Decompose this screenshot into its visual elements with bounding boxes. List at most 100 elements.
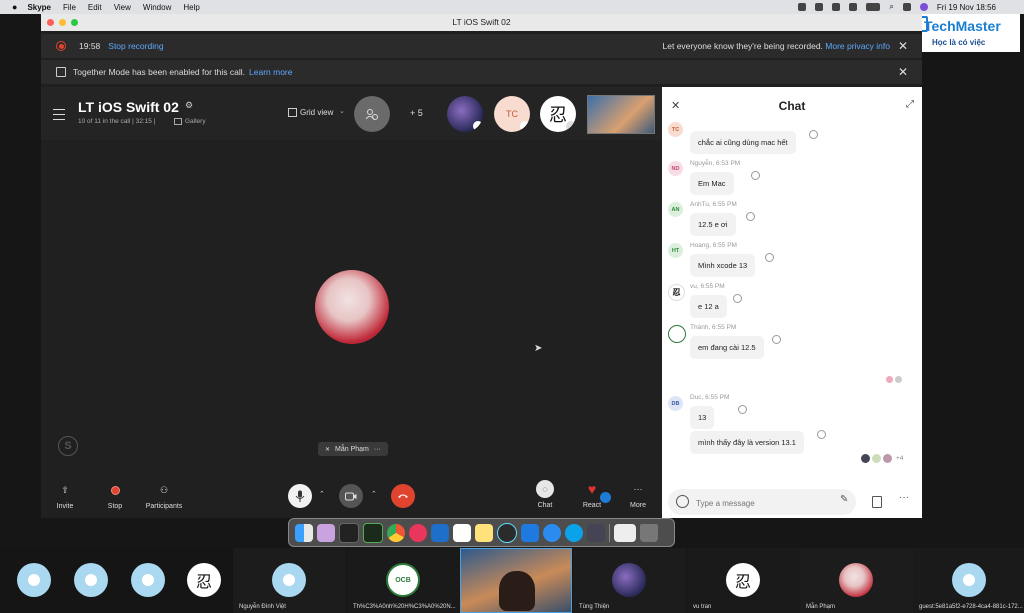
chat-message[interactable]: e 12 a [690,295,727,318]
participant-avatar[interactable] [447,96,483,132]
menubar-clock[interactable]: Fri 19 Nov 18:56 [937,3,996,12]
more-button[interactable]: ··· More [623,480,653,509]
mic-options-chevron-icon[interactable]: ⌃ [319,490,325,498]
participant-tile-self-video[interactable] [460,548,572,613]
xcode-icon[interactable] [521,523,539,542]
terminal-icon[interactable] [339,522,359,543]
smiley-icon[interactable] [817,430,826,439]
menu-help[interactable]: Help [183,3,199,12]
simulator-icon[interactable] [587,523,605,542]
participant-tile[interactable]: Mẫn Phạm [800,548,913,613]
invite-button[interactable]: ⇧ Invite [51,481,79,511]
privacy-info-link[interactable]: More privacy info [825,41,890,51]
chat-message[interactable]: 12.5 e ơi [690,213,736,236]
chat-button[interactable]: ◌ Chat [530,480,560,509]
participant-tile[interactable]: Nguyễn Đình Việt [233,548,346,613]
participant-avatar[interactable]: 忍 [540,96,576,132]
battery-icon[interactable] [866,3,881,11]
participant-tile-avatar[interactable] [74,563,108,597]
status-icon[interactable] [798,3,807,11]
zoom-window-button[interactable] [71,19,78,26]
chat-message[interactable]: mình thấy đây là version 13.1 [690,431,804,454]
seen-by-avatars: +4 [861,454,903,463]
participant-tile[interactable]: 忍 vu tran [687,548,800,613]
menu-window[interactable]: Window [143,3,171,12]
close-icon[interactable]: ✕ [898,66,908,78]
format-text-icon[interactable]: ✎ [840,494,848,505]
finder-icon[interactable] [295,523,313,542]
camera-button[interactable] [339,484,363,508]
camera-options-chevron-icon[interactable]: ⌃ [371,490,377,498]
add-participant-avatar[interactable] [354,96,390,132]
composer-more-icon[interactable]: ··· [899,492,909,503]
smiley-icon[interactable] [733,294,742,303]
launchpad-icon[interactable] [317,523,335,542]
trash-icon[interactable] [640,523,658,542]
chat-message[interactable]: 13 [690,406,715,429]
stop-recording-link[interactable]: Stop recording [108,41,163,51]
self-video-preview[interactable] [587,95,655,134]
grid-view-icon[interactable] [288,108,297,117]
participant-tile[interactable]: Tùng Thiện [573,548,686,613]
apple-icon[interactable]: ● [12,2,17,12]
smiley-icon[interactable] [809,130,818,139]
emoji-icon[interactable] [676,495,689,508]
siri-icon[interactable] [919,3,928,11]
message-input[interactable] [694,495,828,511]
menu-edit[interactable]: Edit [88,3,102,12]
zalo-icon[interactable] [453,523,471,542]
chevron-down-icon[interactable]: ⌄ [339,107,345,115]
close-window-button[interactable] [47,19,54,26]
activity-monitor-icon[interactable] [363,522,383,543]
more-participants-count[interactable]: + 5 [410,108,423,118]
chat-message[interactable]: Em Mac [690,172,734,195]
menu-view[interactable]: View [114,3,131,12]
end-call-button[interactable] [391,484,415,508]
edit-badge-icon[interactable] [600,492,611,503]
react-devtools-icon[interactable] [497,522,517,543]
participant-tile[interactable]: guest:5e81a5f2-e728-4ca4-881c-172... [913,548,1024,613]
smiley-icon[interactable] [772,335,781,344]
participant-tile-avatar[interactable]: 忍 [187,563,221,597]
volume-icon[interactable] [849,3,858,11]
participant-avatar-tc[interactable]: TC [494,96,530,132]
notes-icon[interactable] [475,523,493,542]
hamburger-menu-icon[interactable] [53,109,65,120]
speaker-more-icon[interactable]: ··· [374,446,381,453]
chrome-icon[interactable] [387,523,405,542]
message-text: 13 [698,413,707,422]
participant-tile-avatar[interactable] [131,563,165,597]
vscode-icon[interactable] [431,523,449,542]
learn-more-link[interactable]: Learn more [249,67,292,77]
chat-message[interactable]: chắc ai cũng dùng mac hết [690,131,796,154]
attach-file-icon[interactable] [872,496,882,508]
control-center-icon[interactable] [902,3,911,11]
skype-window: LT iOS Swift 02 19:58 Stop recording Let… [41,14,922,518]
participant-tile[interactable]: OCB Th%C3%A0nh%20H%C3%A0%20N... [347,548,460,613]
safari-icon[interactable] [543,523,561,542]
search-icon[interactable]: ⌕ [889,2,893,12]
menu-app-name[interactable]: Skype [27,3,51,12]
downloads-folder-icon[interactable] [614,523,636,542]
chat-message[interactable]: Mình xcode 13 [690,254,756,277]
microphone-button[interactable] [288,484,312,508]
stop-recording-button[interactable]: Stop [101,481,129,510]
messenger-icon[interactable] [409,523,427,542]
smiley-icon[interactable] [738,405,747,414]
participant-tile-avatar[interactable] [17,563,51,597]
smiley-icon[interactable] [765,253,774,262]
chat-message[interactable]: em đang cài 12.5 [690,336,764,359]
settings-gear-icon[interactable]: ⚙ [185,100,193,111]
close-icon[interactable]: ✕ [898,40,908,52]
grid-view-button[interactable]: Grid view [300,108,333,117]
menu-file[interactable]: File [63,3,76,12]
active-speaker-avatar[interactable] [315,270,389,344]
status-icon[interactable] [815,3,824,11]
smiley-icon[interactable] [751,171,760,180]
skype-icon[interactable] [565,523,583,542]
status-icon[interactable] [832,3,841,11]
expand-chat-icon[interactable]: ⤢ [906,99,914,110]
minimize-window-button[interactable] [59,19,66,26]
participants-button[interactable]: ⚇ Participants [142,481,186,511]
smiley-icon[interactable] [746,212,755,221]
